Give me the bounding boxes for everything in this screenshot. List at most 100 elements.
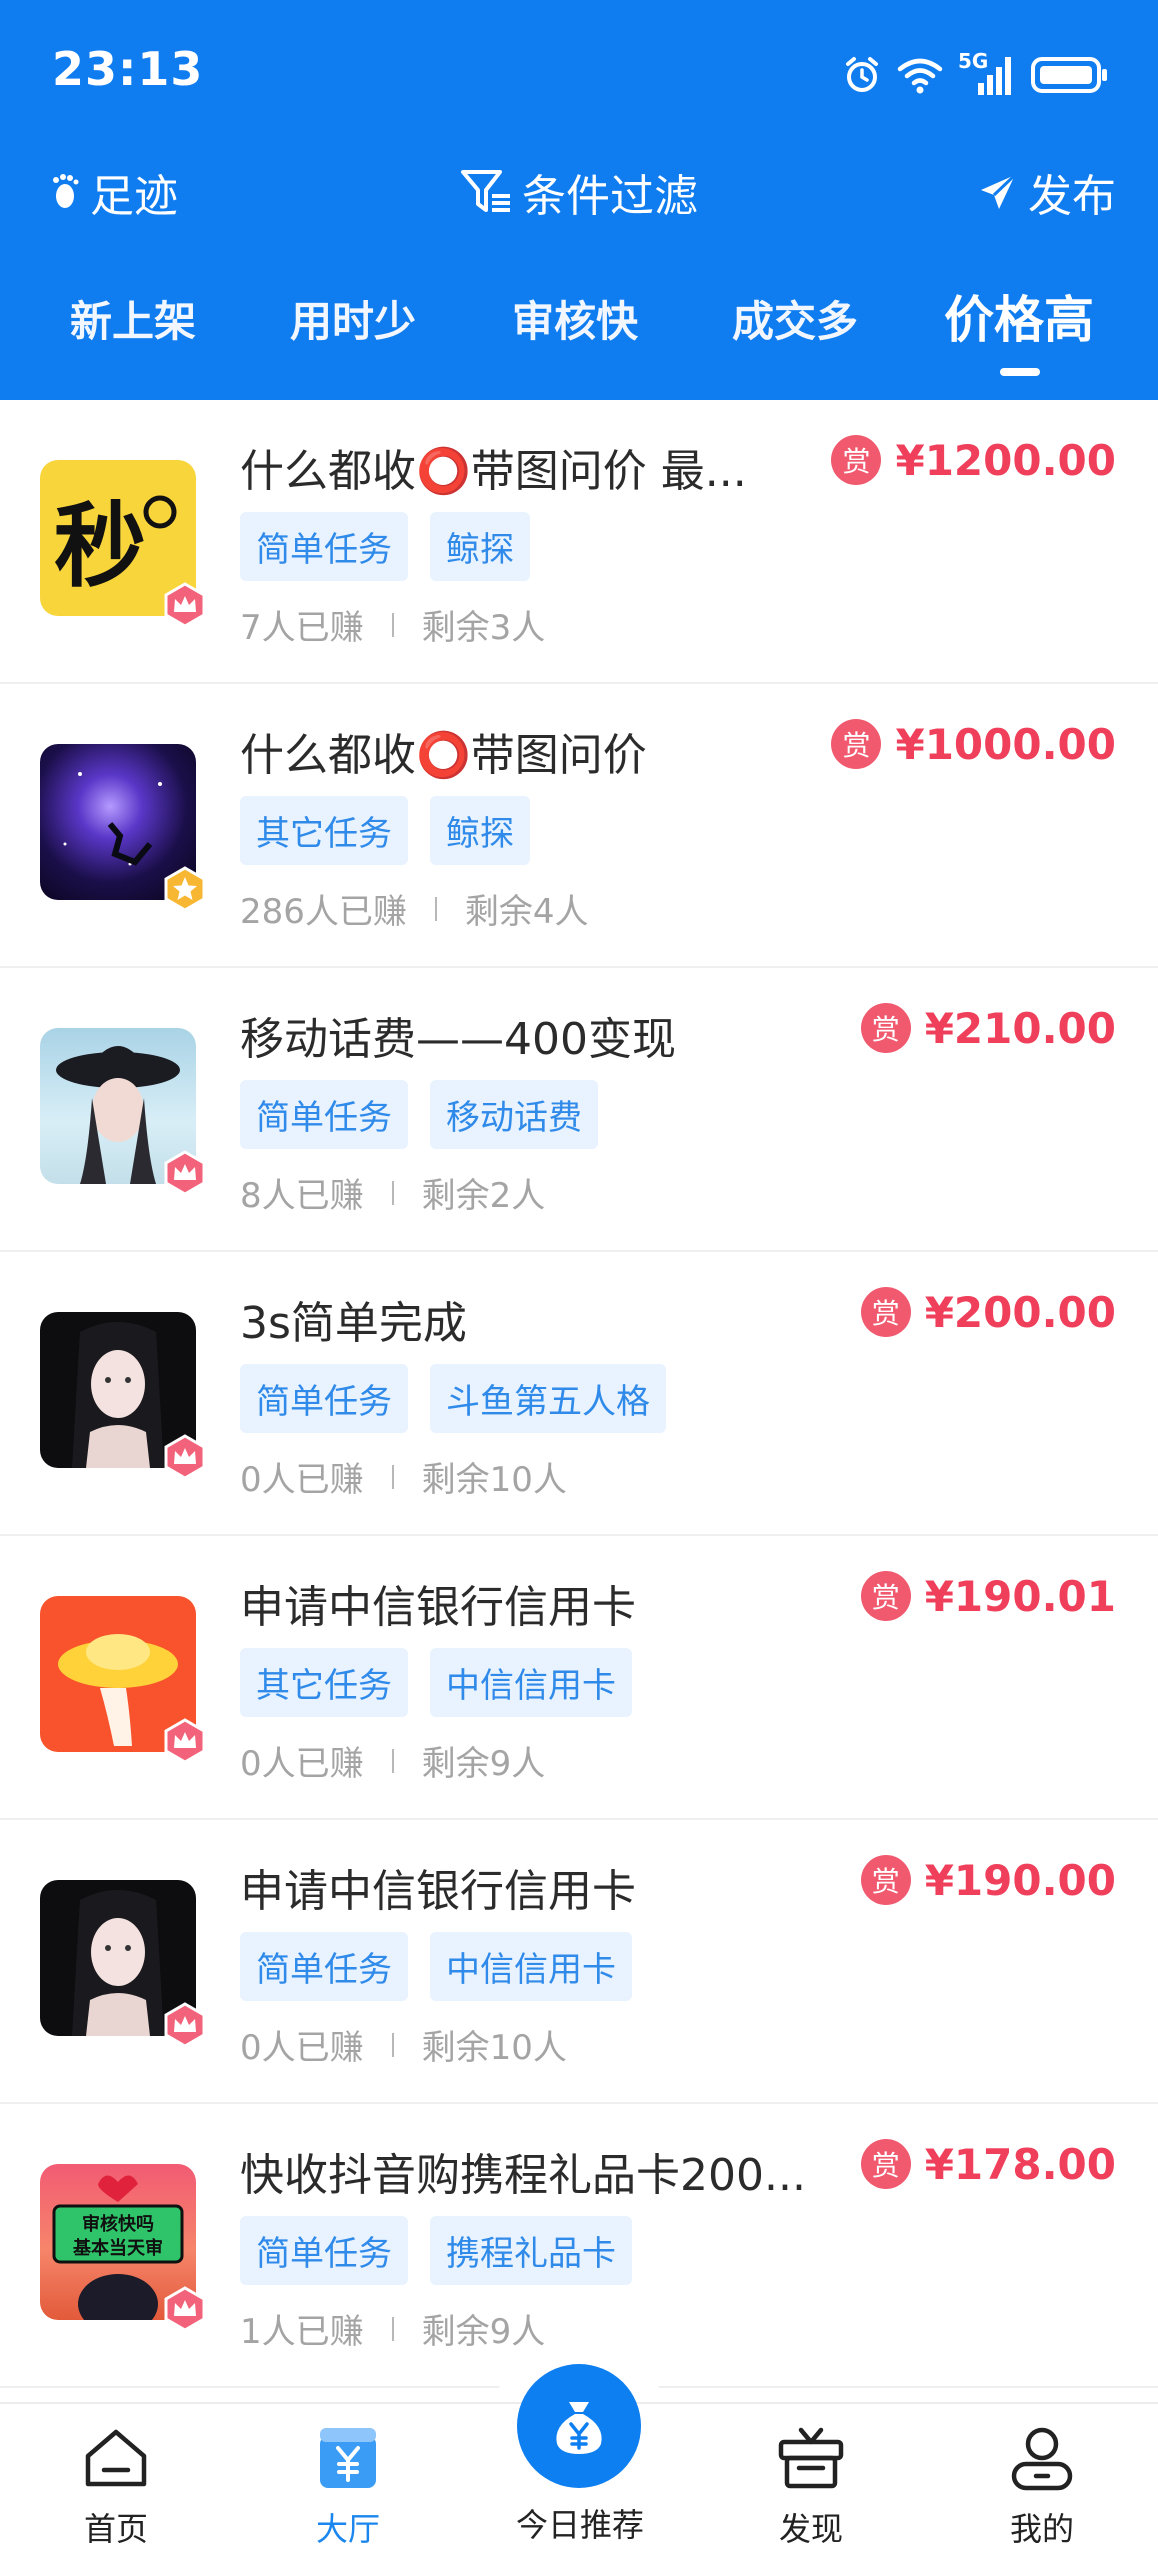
wifi-icon [897, 58, 943, 94]
task-meta: 0人已赚 剩余10人 [240, 1452, 567, 1501]
task-price: ¥1000.00 [895, 719, 1116, 769]
task-meta: 7人已赚 剩余3人 [240, 600, 545, 649]
crown-badge-icon [164, 1150, 206, 1196]
task-title: 申请中信银行信用卡 [240, 1582, 636, 1633]
nav-home[interactable]: 首页 [36, 2404, 196, 2562]
nav-home-label: 首页 [83, 2510, 148, 2548]
meta-divider [391, 2316, 394, 2341]
task-title: 什么都收⭕带图问价 最... [240, 446, 747, 497]
footprint-label: 足迹 [90, 171, 178, 222]
today-recommend-button[interactable] [517, 2364, 641, 2488]
reward-tag: 赏 [860, 1855, 911, 1905]
publish-label: 发布 [1028, 171, 1116, 222]
nav-mine[interactable]: 我的 [962, 2404, 1122, 2562]
status-icons: 5G [842, 49, 1110, 100]
task-meta: 286人已赚 剩余4人 [240, 884, 589, 933]
task-tags: 简单任务 携程礼品卡 [240, 2216, 632, 2285]
task-tag: 其它任务 [240, 1648, 408, 1717]
task-meta: 1人已赚 剩余9人 [240, 2304, 545, 2353]
meta-divider [434, 896, 437, 921]
crown-badge-icon [164, 2002, 206, 2048]
task-reward: 赏 ¥190.00 [860, 1855, 1116, 1905]
task-reward: 赏 ¥1200.00 [831, 435, 1116, 485]
remaining-count: 剩余2人 [421, 1176, 546, 1216]
task-card[interactable]: 审核快吗 基本当天审 快收抖音购携程礼品卡200... 赏 ¥178.00 简单… [0, 2104, 1158, 2388]
home-icon [85, 2429, 147, 2487]
task-price: ¥178.00 [924, 2139, 1116, 2189]
earned-count: 0人已赚 [240, 2028, 364, 2068]
task-title: 快收抖音购携程礼品卡200... [240, 2150, 806, 2201]
tab-highest-price[interactable]: 价格高 [944, 280, 1094, 352]
task-card[interactable]: 申请中信银行信用卡 赏 ¥190.00 简单任务 中信信用卡 0人已赚 剩余10… [0, 1820, 1158, 2104]
task-reward: 赏 ¥190.01 [860, 1571, 1116, 1621]
remaining-count: 剩余9人 [421, 1744, 546, 1784]
status-time: 23:13 [52, 42, 204, 96]
active-tab-indicator [1000, 368, 1040, 376]
task-card[interactable]: 移动话费——400变现 赏 ¥210.00 简单任务 移动话费 8人已赚 剩余2… [0, 968, 1158, 1252]
tab-newest[interactable]: 新上架 [70, 288, 196, 349]
task-tag: 简单任务 [240, 2216, 408, 2285]
hall-yuan-icon [320, 2428, 376, 2488]
earned-count: 8人已赚 [240, 1176, 364, 1216]
meta-divider [391, 1464, 394, 1489]
task-price: ¥200.00 [924, 1287, 1116, 1337]
send-icon [981, 173, 1017, 209]
task-reward: 赏 ¥1000.00 [831, 719, 1116, 769]
task-tag: 简单任务 [240, 1364, 408, 1433]
task-tag: 鲸探 [430, 512, 530, 581]
task-reward: 赏 ¥178.00 [860, 2139, 1116, 2189]
task-tag: 鲸探 [430, 796, 530, 865]
header: 23:13 5G 足迹 条件过滤 发布 新上架 用时少 审核快 成交多 价格高 [0, 0, 1158, 400]
remaining-count: 剩余4人 [464, 892, 589, 932]
money-bag-icon [556, 2402, 602, 2454]
star-badge-icon [164, 866, 206, 912]
task-tags: 其它任务 中信信用卡 [240, 1648, 632, 1717]
task-card[interactable]: 申请中信银行信用卡 赏 ¥190.01 其它任务 中信信用卡 0人已赚 剩余9人 [0, 1536, 1158, 1820]
task-tags: 简单任务 移动话费 [240, 1080, 598, 1149]
task-title: 3s简单完成 [240, 1298, 467, 1349]
task-tag: 简单任务 [240, 1080, 408, 1149]
reward-tag: 赏 [831, 435, 882, 485]
remaining-count: 剩余10人 [421, 1460, 567, 1500]
task-card[interactable]: 什么都收⭕带图问价 赏 ¥1000.00 其它任务 鲸探 286人已赚 剩余4人 [0, 684, 1158, 968]
reward-tag: 赏 [860, 1003, 911, 1053]
task-price: ¥190.00 [924, 1855, 1116, 1905]
task-tag: 其它任务 [240, 796, 408, 865]
task-tags: 简单任务 鲸探 [240, 512, 530, 581]
status-bar: 23:13 5G [0, 0, 1158, 145]
reward-tag: 赏 [831, 719, 882, 769]
tab-fast-review[interactable]: 审核快 [512, 288, 638, 349]
task-reward: 赏 ¥210.00 [860, 1003, 1116, 1053]
nav-hall-label: 大厅 [315, 2510, 380, 2548]
tab-most-deals[interactable]: 成交多 [732, 288, 858, 349]
publish-button[interactable]: 发布 [978, 160, 1116, 224]
task-price: ¥1200.00 [895, 435, 1116, 485]
task-meta: 8人已赚 剩余2人 [240, 1168, 545, 1217]
earned-count: 286人已赚 [240, 892, 407, 932]
meta-divider [391, 1748, 394, 1773]
task-card[interactable]: 3s简单完成 赏 ¥200.00 简单任务 斗鱼第五人格 0人已赚 剩余10人 [0, 1252, 1158, 1536]
toolbar: 足迹 条件过滤 发布 [0, 160, 1158, 230]
remaining-count: 剩余9人 [421, 2312, 546, 2352]
earned-count: 7人已赚 [240, 608, 364, 648]
sticker-line-2: 基本当天审 [72, 2237, 163, 2259]
filter-button[interactable]: 条件过滤 [460, 160, 698, 224]
reward-tag: 赏 [860, 1571, 911, 1621]
remaining-count: 剩余3人 [421, 608, 546, 648]
earned-count: 1人已赚 [240, 2312, 364, 2352]
tab-least-time[interactable]: 用时少 [290, 288, 416, 349]
footprint-icon [53, 174, 79, 208]
task-card[interactable]: 秒 什么都收⭕带图问价 最... 赏 ¥1200.00 简单任务 鲸探 7人已赚… [0, 400, 1158, 684]
task-tags: 简单任务 中信信用卡 [240, 1932, 632, 2001]
crown-badge-icon [164, 1434, 206, 1480]
task-title: 申请中信银行信用卡 [240, 1866, 636, 1917]
nav-discover[interactable]: 发现 [731, 2404, 891, 2562]
task-list: 秒 什么都收⭕带图问价 最... 赏 ¥1200.00 简单任务 鲸探 7人已赚… [0, 400, 1158, 2388]
user-icon [1011, 2427, 1073, 2491]
footprint-button[interactable]: 足迹 [50, 160, 178, 224]
nav-hall[interactable]: 大厅 [268, 2404, 428, 2562]
sticker-line-1: 审核快吗 [82, 2213, 154, 2235]
battery-icon [1031, 57, 1107, 93]
alarm-icon [846, 57, 878, 92]
thumb-miao-text: 秒 [54, 493, 146, 600]
